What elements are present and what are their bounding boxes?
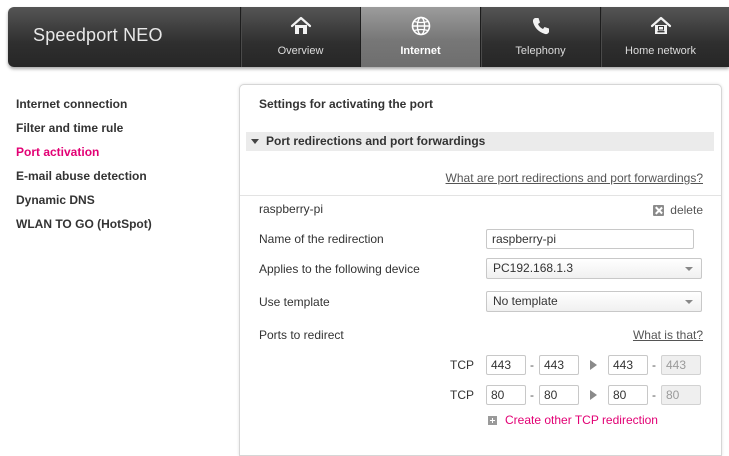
section-title: Port redirections and port forwardings <box>266 134 486 148</box>
redirection-name-label: Name of the redirection <box>259 232 384 246</box>
port-from-end-input[interactable] <box>539 385 579 405</box>
divider <box>240 195 721 196</box>
redirection-name-input[interactable] <box>486 229 694 249</box>
range-dash: - <box>652 388 656 402</box>
brand-title: Speedport NEO <box>33 25 163 45</box>
home-network-icon <box>650 16 671 34</box>
port-to-end-input <box>661 385 701 405</box>
chevron-down-icon <box>685 267 693 271</box>
page-title: Settings for activating the port <box>259 97 434 111</box>
tab-overview[interactable]: Overview <box>240 7 360 67</box>
port-from-start-input[interactable] <box>486 355 526 375</box>
create-tcp-redirection-button[interactable]: Create other TCP redirection <box>488 413 658 427</box>
sidebar-item-internet-connection[interactable]: Internet connection <box>16 96 152 120</box>
port-to-start-input[interactable] <box>608 355 648 375</box>
range-dash: - <box>530 388 534 402</box>
tab-label-internet: Internet <box>400 45 441 57</box>
phone-icon <box>532 18 549 35</box>
range-dash: - <box>652 358 656 372</box>
tab-telephony[interactable]: Telephony <box>480 7 600 67</box>
plus-icon <box>488 415 497 425</box>
delete-label: delete <box>670 203 703 217</box>
template-select-value: No template <box>493 294 558 308</box>
sidebar-item-port-activation[interactable]: Port activation <box>16 144 152 168</box>
port-to-start-input[interactable] <box>608 385 648 405</box>
rule-protocol: TCP <box>450 388 474 402</box>
help-link-port-redirections[interactable]: What are port redirections and port forw… <box>446 171 703 185</box>
tab-label-overview: Overview <box>277 45 324 57</box>
template-label: Use template <box>259 295 330 309</box>
sidebar-item-wlan-to-go[interactable]: WLAN TO GO (HotSpot) <box>16 216 152 240</box>
device-label: Applies to the following device <box>259 262 420 276</box>
delete-button[interactable]: delete <box>653 202 703 218</box>
create-tcp-redirection-label: Create other TCP redirection <box>505 413 658 427</box>
main-nav: Overview Internet Telephony Home network <box>240 7 720 67</box>
sidebar: Internet connection Filter and time rule… <box>16 96 152 240</box>
tab-home-network[interactable]: Home network <box>600 7 720 67</box>
sidebar-item-email-abuse-detection[interactable]: E-mail abuse detection <box>16 168 152 192</box>
port-to-end-input <box>661 355 701 375</box>
globe-icon <box>411 16 430 36</box>
section-header-port-redirections[interactable]: Port redirections and port forwardings <box>246 132 714 151</box>
what-is-that-link[interactable]: What is that? <box>633 328 703 342</box>
ports-to-redirect-label: Ports to redirect <box>259 328 344 342</box>
house-icon <box>290 16 311 34</box>
settings-panel: Settings for activating the port Port re… <box>239 84 722 456</box>
sidebar-item-dynamic-dns[interactable]: Dynamic DNS <box>16 192 152 216</box>
range-dash: - <box>530 358 534 372</box>
port-from-start-input[interactable] <box>486 385 526 405</box>
tab-label-telephony: Telephony <box>515 45 566 57</box>
template-select[interactable]: No template <box>486 291 702 312</box>
top-navigation-bar: Speedport NEO Overview Internet Telephon <box>8 7 729 67</box>
delete-icon <box>653 204 665 216</box>
port-from-end-input[interactable] <box>539 355 579 375</box>
device-select-value: PC192.168.1.3 <box>493 261 574 275</box>
rule-protocol: TCP <box>450 358 474 372</box>
device-select[interactable]: PC192.168.1.3 <box>486 258 702 279</box>
collapse-arrow-icon <box>251 139 259 144</box>
chevron-down-icon <box>685 300 693 304</box>
tab-internet[interactable]: Internet <box>360 7 480 67</box>
redirection-entry-name: raspberry-pi <box>259 202 324 216</box>
sidebar-item-filter-and-time-rule[interactable]: Filter and time rule <box>16 120 152 144</box>
forward-arrow-icon <box>590 390 597 400</box>
forward-arrow-icon <box>590 360 597 370</box>
tab-label-home-network: Home network <box>625 45 696 57</box>
